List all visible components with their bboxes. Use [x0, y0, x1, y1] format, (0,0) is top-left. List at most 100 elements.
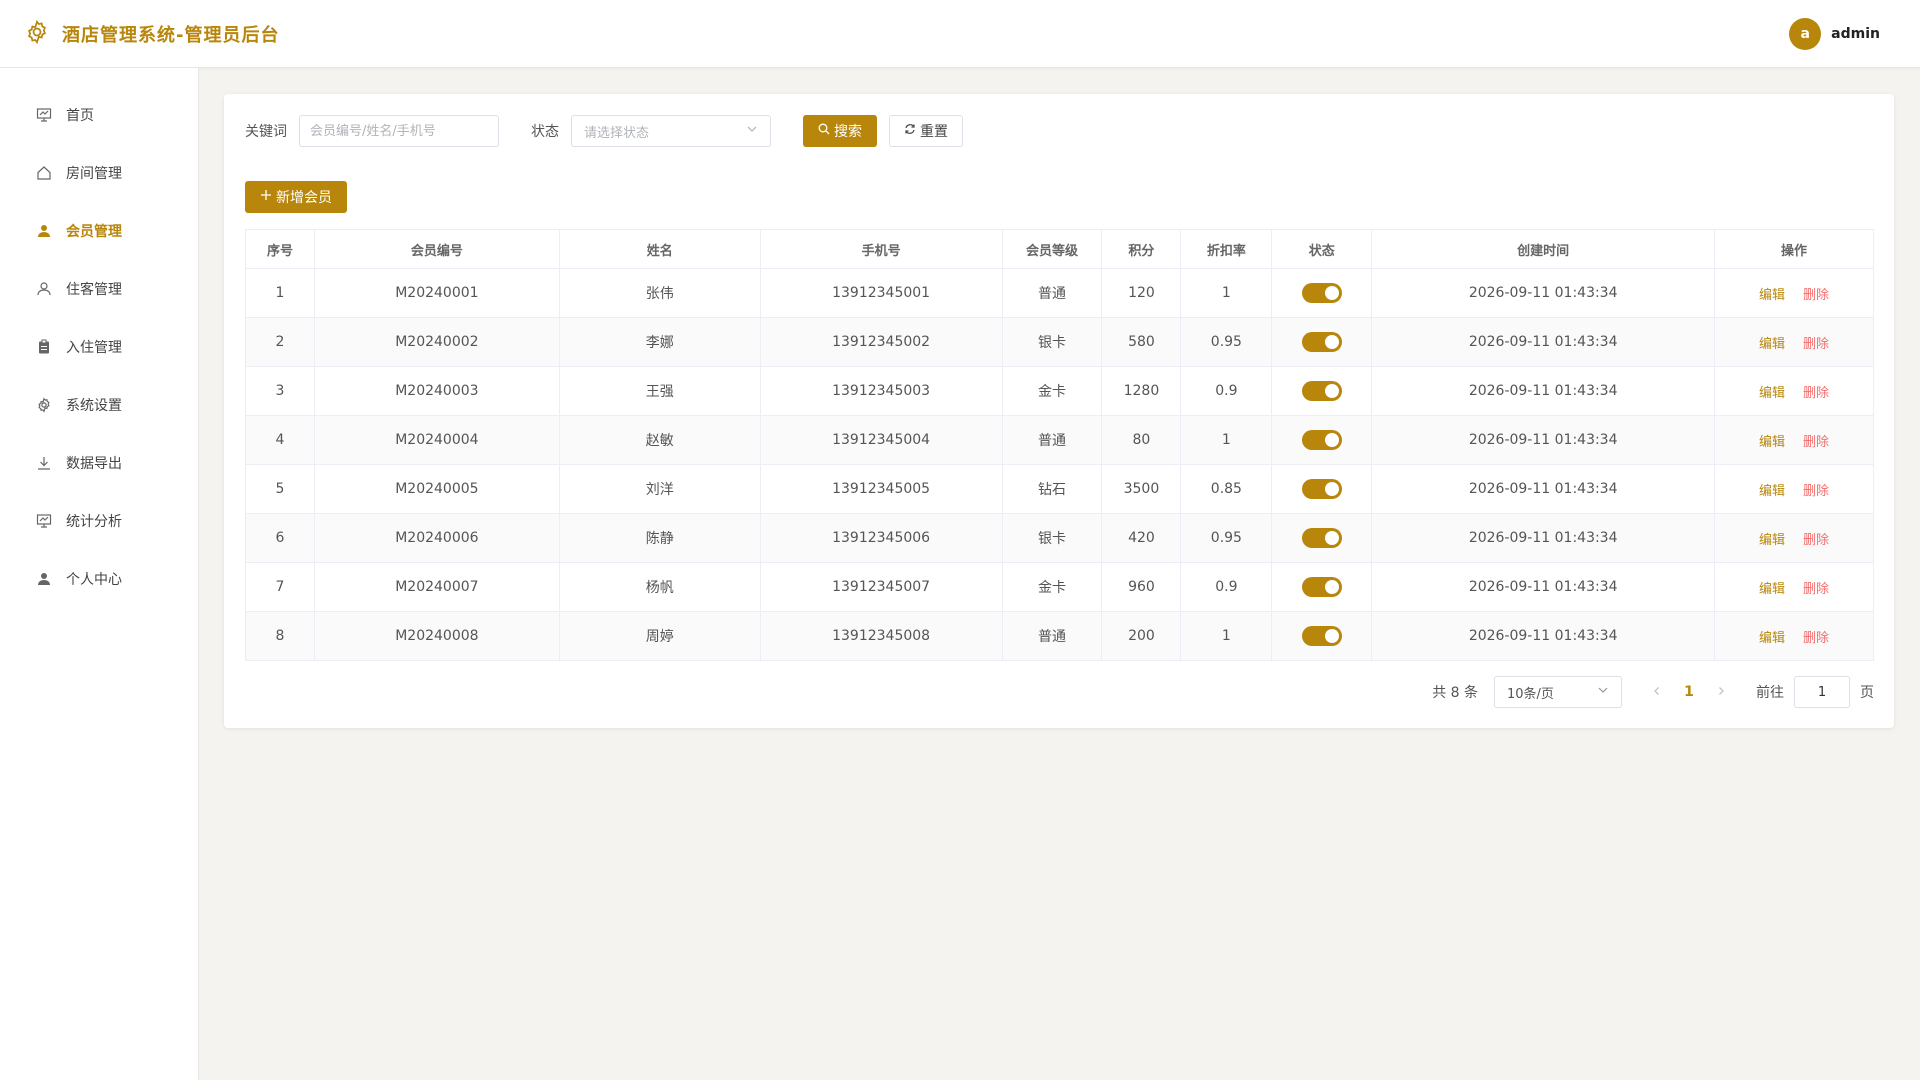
user-icon [36, 281, 52, 297]
goto-label: 前往 [1756, 685, 1784, 701]
delete-button[interactable]: 删除 [1803, 582, 1829, 597]
member-points-cell: 3500 [1101, 464, 1182, 514]
delete-button[interactable]: 删除 [1803, 435, 1829, 450]
user-menu[interactable]: a admin [1789, 17, 1880, 50]
table-row: 6 M20240006 陈静 13912345006 银卡 420 0.95 2026-09-… [245, 513, 1874, 563]
presentation-icon [36, 107, 52, 123]
member-discount-cell: 0.85 [1180, 464, 1273, 514]
column-header[interactable]: 状态 [1271, 229, 1373, 269]
reset-button-label: 重置 [920, 124, 948, 140]
status-toggle[interactable] [1301, 283, 1342, 303]
member-phone-cell: 13912345003 [759, 366, 1003, 416]
sidebar-item-settings[interactable]: 系统设置 [0, 376, 198, 434]
house-icon [36, 165, 52, 181]
page-size-select[interactable]: 10条/页 [1494, 676, 1622, 708]
row-index-cell: 8 [245, 611, 315, 661]
status-select[interactable]: 请选择状态 [571, 115, 771, 147]
actions-cell: 编辑 删除 [1714, 611, 1874, 661]
sidebar-item-statistics[interactable]: 统计分析 [0, 492, 198, 550]
row-index-cell: 5 [245, 464, 315, 514]
edit-button[interactable]: 编辑 [1759, 631, 1785, 646]
status-toggle[interactable] [1301, 479, 1342, 499]
edit-button[interactable]: 编辑 [1759, 386, 1785, 401]
column-header[interactable]: 手机号 [759, 229, 1003, 269]
actions-cell: 编辑 删除 [1714, 317, 1874, 367]
status-toggle[interactable] [1301, 528, 1342, 548]
created-time-cell: 2026-09-11 01:43:34 [1371, 317, 1716, 367]
keyword-input[interactable] [299, 115, 499, 147]
edit-button[interactable]: 编辑 [1759, 288, 1785, 303]
member-discount-cell: 0.9 [1180, 366, 1273, 416]
table-row: 5 M20240005 刘洋 13912345005 钻石 3500 0.85 2026-09… [245, 464, 1874, 514]
status-cell [1271, 562, 1373, 612]
table-row: 2 M20240002 李娜 13912345002 银卡 580 0.95 2026-09-… [245, 317, 1874, 367]
status-cell [1271, 317, 1373, 367]
sidebar-item-profile[interactable]: 个人中心 [0, 550, 198, 608]
row-index-cell: 1 [245, 268, 315, 318]
sidebar: 首页 房间管理 会员管理 住客管理 入住管理 系统设置 数据导出 统计分析 个人… [0, 68, 199, 1080]
created-time-cell: 2026-09-11 01:43:34 [1371, 562, 1716, 612]
row-index-cell: 6 [245, 513, 315, 563]
user-filled-icon [36, 571, 52, 587]
add-member-button[interactable]: 新增会员 [245, 181, 347, 213]
next-page-button[interactable] [1706, 684, 1736, 700]
clipboard-icon [36, 339, 52, 355]
member-discount-cell: 0.95 [1180, 317, 1273, 367]
edit-button[interactable]: 编辑 [1759, 582, 1785, 597]
status-toggle[interactable] [1301, 430, 1342, 450]
table-row: 1 M20240001 张伟 13912345001 普通 120 1 2026-09-11 … [245, 268, 1874, 318]
delete-button[interactable]: 删除 [1803, 533, 1829, 548]
delete-button[interactable]: 删除 [1803, 288, 1829, 303]
username[interactable]: admin [1831, 26, 1880, 42]
actions-cell: 编辑 删除 [1714, 513, 1874, 563]
created-time-cell: 2026-09-11 01:43:34 [1371, 464, 1716, 514]
app-header: 酒店管理系统-管理员后台 a admin [0, 0, 1920, 68]
delete-button[interactable]: 删除 [1803, 484, 1829, 499]
sidebar-item-export[interactable]: 数据导出 [0, 434, 198, 492]
member-points-cell: 200 [1101, 611, 1182, 661]
search-button[interactable]: 搜索 [803, 115, 877, 147]
column-header[interactable]: 创建时间 [1371, 229, 1716, 269]
delete-button[interactable]: 删除 [1803, 386, 1829, 401]
sidebar-item-members[interactable]: 会员管理 [0, 202, 198, 260]
member-level-cell: 金卡 [1001, 562, 1103, 612]
status-toggle[interactable] [1301, 332, 1342, 352]
avatar[interactable]: a [1789, 17, 1822, 50]
member-id-cell: M20240003 [313, 366, 560, 416]
edit-button[interactable]: 编辑 [1759, 337, 1785, 352]
sidebar-item-label: 个人中心 [66, 572, 122, 588]
sidebar-item-home[interactable]: 首页 [0, 86, 198, 144]
sidebar-item-label: 住客管理 [66, 282, 122, 298]
edit-button[interactable]: 编辑 [1759, 435, 1785, 450]
prev-page-button[interactable] [1642, 684, 1672, 700]
column-header[interactable]: 姓名 [558, 229, 761, 269]
column-header[interactable]: 会员编号 [313, 229, 560, 269]
page-number-current[interactable]: 1 [1672, 684, 1706, 700]
status-toggle[interactable] [1301, 577, 1342, 597]
member-level-cell: 钻石 [1001, 464, 1103, 514]
status-toggle[interactable] [1301, 626, 1342, 646]
reset-button[interactable]: 重置 [889, 115, 963, 147]
member-name-cell: 周婷 [558, 611, 761, 661]
member-level-cell: 普通 [1001, 611, 1103, 661]
member-level-cell: 银卡 [1001, 317, 1103, 367]
member-name-cell: 杨帆 [558, 562, 761, 612]
column-header[interactable]: 操作 [1714, 229, 1874, 269]
column-header[interactable]: 序号 [245, 229, 315, 269]
column-header[interactable]: 折扣率 [1180, 229, 1273, 269]
actions-cell: 编辑 删除 [1714, 464, 1874, 514]
status-cell [1271, 366, 1373, 416]
sidebar-item-guests[interactable]: 住客管理 [0, 260, 198, 318]
edit-button[interactable]: 编辑 [1759, 533, 1785, 548]
delete-button[interactable]: 删除 [1803, 337, 1829, 352]
member-name-cell: 张伟 [558, 268, 761, 318]
column-header[interactable]: 会员等级 [1001, 229, 1103, 269]
status-toggle[interactable] [1301, 381, 1342, 401]
sidebar-item-rooms[interactable]: 房间管理 [0, 144, 198, 202]
edit-button[interactable]: 编辑 [1759, 484, 1785, 499]
goto-page-input[interactable] [1794, 676, 1850, 708]
delete-button[interactable]: 删除 [1803, 631, 1829, 646]
sidebar-item-checkin[interactable]: 入住管理 [0, 318, 198, 376]
column-header[interactable]: 积分 [1101, 229, 1182, 269]
table-row: 4 M20240004 赵敏 13912345004 普通 80 1 2026-09-11 0… [245, 415, 1874, 465]
